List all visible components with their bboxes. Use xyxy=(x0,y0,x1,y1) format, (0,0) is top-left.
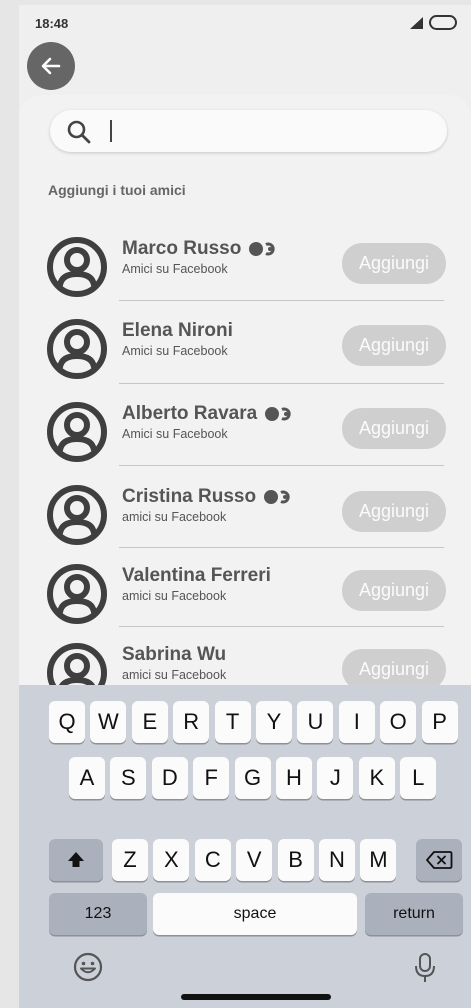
key-d[interactable]: D xyxy=(151,757,188,799)
key-h[interactable]: H xyxy=(276,757,312,799)
search-input[interactable] xyxy=(50,110,447,152)
keyboard: QWERTYUIOP ASDFGHJKL ZXCVBNM 123 space ret… xyxy=(19,685,471,1008)
signal-icon xyxy=(410,16,423,29)
battery-icon xyxy=(429,15,457,30)
contact-subtitle: amici su Facebook xyxy=(122,589,227,603)
contact-name: Elena Nironi xyxy=(122,320,233,341)
contact-name: Alberto Ravara xyxy=(122,403,258,424)
user-avatar-icon xyxy=(45,235,109,299)
contact-name: Valentina Ferreri xyxy=(122,565,271,586)
key-f[interactable]: F xyxy=(193,757,230,799)
contact-subtitle: amici su Facebook xyxy=(122,668,227,682)
section-title: Aggiungi i tuoi amici xyxy=(48,182,186,198)
row-divider xyxy=(119,300,444,301)
key-r[interactable]: R xyxy=(173,701,210,743)
key-m[interactable]: M xyxy=(360,839,397,881)
add-friend-button[interactable]: Aggiungi xyxy=(342,649,446,690)
key-q[interactable]: Q xyxy=(49,701,85,743)
key-u[interactable]: U xyxy=(297,701,334,743)
toggle-icon xyxy=(264,406,296,422)
key-x[interactable]: X xyxy=(153,839,190,881)
contact-subtitle: Amici su Facebook xyxy=(122,262,228,276)
key-y[interactable]: Y xyxy=(256,701,292,743)
user-avatar-icon xyxy=(45,483,109,547)
contact-row: Alberto Ravara Amici su Facebook Aggiungi xyxy=(19,400,471,484)
contact-row: Elena Nironi Amici su Facebook Aggiungi xyxy=(19,317,471,401)
key-b[interactable]: B xyxy=(277,839,314,881)
add-friend-button[interactable]: Aggiungi xyxy=(342,325,446,366)
key-o[interactable]: O xyxy=(380,701,417,743)
status-icons xyxy=(410,15,457,30)
add-friend-button[interactable]: Aggiungi xyxy=(342,570,446,611)
arrow-left-icon xyxy=(41,57,61,75)
contact-name-line: Marco Russo xyxy=(122,238,280,260)
contact-name-line: Sabrina Wu xyxy=(122,644,226,666)
contact-name-line: Alberto Ravara xyxy=(122,403,296,425)
key-l[interactable]: L xyxy=(400,757,437,799)
user-avatar-icon xyxy=(45,562,109,626)
key-t[interactable]: T xyxy=(214,701,251,743)
key-k[interactable]: K xyxy=(358,757,395,799)
status-bar: 18:48 xyxy=(19,5,471,45)
row-divider xyxy=(119,465,444,466)
backspace-key[interactable] xyxy=(416,839,462,881)
microphone-button[interactable] xyxy=(410,951,440,985)
contact-name: Cristina Russo xyxy=(122,486,257,507)
key-v[interactable]: V xyxy=(236,839,273,881)
key-j[interactable]: J xyxy=(317,757,354,799)
contact-row: Cristina Russo amici su Facebook Aggiungi xyxy=(19,483,471,567)
add-friend-button[interactable]: Aggiungi xyxy=(342,243,446,284)
add-friend-button[interactable]: Aggiungi xyxy=(342,491,446,532)
key-z[interactable]: Z xyxy=(112,839,148,881)
row-divider xyxy=(119,383,444,384)
microphone-icon xyxy=(415,953,435,982)
return-key[interactable]: return xyxy=(365,893,463,935)
key-e[interactable]: E xyxy=(131,701,168,743)
contact-name-line: Elena Nironi xyxy=(122,320,233,342)
key-n[interactable]: N xyxy=(319,839,355,881)
key-c[interactable]: C xyxy=(194,839,231,881)
key-w[interactable]: W xyxy=(90,701,127,743)
contact-row: Valentina Ferreri amici su Facebook Aggiun… xyxy=(19,562,471,646)
key-p[interactable]: P xyxy=(421,701,458,743)
row-divider xyxy=(119,626,444,627)
emoji-button[interactable] xyxy=(72,951,104,983)
contact-subtitle: Amici su Facebook xyxy=(122,344,228,358)
contact-name-line: Valentina Ferreri xyxy=(122,565,271,587)
add-friend-button[interactable]: Aggiungi xyxy=(342,408,446,449)
shift-icon xyxy=(68,852,84,867)
key-a[interactable]: A xyxy=(69,757,105,799)
contact-name: Marco Russo xyxy=(122,238,242,259)
phone-screen: 18:48 Aggiungi i tuoi amici Marco Russo A… xyxy=(19,5,471,1008)
numbers-key[interactable]: 123 xyxy=(49,893,147,935)
key-i[interactable]: I xyxy=(338,701,375,743)
space-key[interactable]: space xyxy=(153,893,357,935)
row-divider xyxy=(119,547,444,548)
toggle-icon xyxy=(263,489,295,505)
toggle-icon xyxy=(248,241,280,257)
back-button[interactable] xyxy=(27,42,75,90)
backspace-icon xyxy=(426,851,453,869)
key-g[interactable]: G xyxy=(234,757,271,799)
emoji-icon xyxy=(73,952,103,982)
status-time: 18:48 xyxy=(35,16,69,31)
contact-row: Marco Russo Amici su Facebook Aggiungi xyxy=(19,235,471,319)
user-avatar-icon xyxy=(45,317,109,381)
key-s[interactable]: S xyxy=(110,757,147,799)
contact-subtitle: amici su Facebook xyxy=(122,510,227,524)
search-icon xyxy=(67,120,91,144)
home-indicator xyxy=(181,994,331,1000)
user-avatar-icon xyxy=(45,400,109,464)
shift-key[interactable] xyxy=(49,839,103,881)
contact-subtitle: Amici su Facebook xyxy=(122,427,228,441)
contact-name: Sabrina Wu xyxy=(122,644,227,665)
text-caret xyxy=(110,120,112,142)
contact-name-line: Cristina Russo xyxy=(122,486,295,508)
